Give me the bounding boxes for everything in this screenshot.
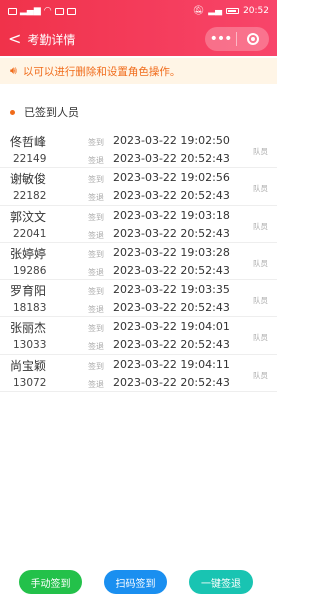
member-id: 13072 (13, 376, 47, 389)
sign-in-label: 签到 (88, 249, 104, 259)
member-name: 张丽杰 (10, 321, 47, 336)
role-badge[interactable]: 队员 (253, 146, 268, 157)
notice-bar: 🔊︎ 以可以进行删除和设置角色操作。 (0, 58, 277, 84)
attendance-row[interactable]: 谢敏俊 22182 签到 2023-03-22 19:02:56 签退 2023… (0, 168, 277, 206)
nav-bar: < 考勤详情 ••• (0, 22, 277, 56)
attendance-row[interactable]: 张婷婷 19286 签到 2023-03-22 19:03:28 签退 2023… (0, 243, 277, 281)
member-id: 22041 (13, 227, 47, 240)
page-title: 考勤详情 (27, 32, 76, 47)
member-id: 22149 (13, 153, 47, 165)
sign-in-label: 签到 (88, 287, 104, 297)
sign-out-time: 2023-03-22 20:52:43 (113, 263, 230, 277)
sign-in-time: 2023-03-22 19:03:35 (113, 283, 230, 297)
role-badge[interactable]: 队员 (253, 370, 268, 381)
notice-text: 以可以进行删除和设置角色操作。 (22, 65, 181, 78)
sign-out-label: 签退 (88, 156, 104, 165)
sign-in-time: 2023-03-22 19:02:50 (113, 134, 230, 147)
status-bar: ▂▄▆ ◠ 🔕︎ ▂▄ 20:52 (0, 0, 277, 22)
attendance-row[interactable]: 郭汶文 22041 签到 2023-03-22 19:03:18 签退 2023… (0, 206, 277, 243)
bell-off-icon: 🔕︎ (192, 6, 205, 16)
manual-sign-in-button[interactable]: 手动签到 (19, 570, 82, 594)
sign-out-time: 2023-03-22 20:52:43 (113, 338, 230, 352)
sign-out-time: 2023-03-22 20:52:43 (113, 189, 230, 203)
section-header: 已签到人员 (10, 104, 79, 120)
role-badge[interactable]: 队员 (253, 221, 268, 232)
sign-out-label: 签退 (88, 379, 104, 389)
sign-out-time: 2023-03-22 20:52:43 (113, 152, 230, 165)
sign-in-label: 签到 (88, 324, 104, 334)
member-name: 张婷婷 (10, 246, 47, 261)
member-id: 18183 (13, 302, 47, 315)
sign-out-time: 2023-03-22 20:52:43 (113, 301, 230, 315)
member-name: 尚宝颖 (10, 358, 47, 373)
sign-out-label: 签退 (88, 193, 104, 203)
wifi-icon: ◠ (43, 6, 52, 16)
back-icon[interactable]: < (8, 31, 21, 47)
section-dot (10, 109, 15, 115)
status-icons-left: ▂▄▆ ◠ (8, 6, 76, 16)
role-badge[interactable]: 队员 (253, 332, 268, 343)
member-name: 佟哲峰 (10, 135, 47, 149)
notification-icon-2 (66, 7, 76, 15)
sign-out-all-button[interactable]: 一键签退 (189, 570, 253, 594)
sign-in-time: 2023-03-22 19:04:11 (113, 357, 230, 371)
member-id: 13033 (13, 339, 47, 352)
more-icon[interactable]: ••• (205, 32, 236, 46)
member-name: 谢敏俊 (10, 172, 47, 187)
status-icons-right: 🔕︎ ▂▄ 20:52 (193, 6, 269, 16)
target-icon (246, 33, 259, 45)
member-id: 19286 (13, 264, 47, 277)
sign-in-label: 签到 (88, 212, 104, 222)
attendance-row[interactable]: 尚宝颖 13072 签到 2023-03-22 19:04:11 签退 2023… (0, 355, 277, 393)
signal-icon: ▂▄▆ (20, 6, 41, 16)
attendance-row[interactable]: 张丽杰 13033 签到 2023-03-22 19:04:01 签退 2023… (0, 317, 277, 355)
member-name: 罗育阳 (10, 284, 47, 299)
scan-sign-in-button[interactable]: 扫码签到 (104, 570, 167, 594)
hd-icon (8, 7, 17, 15)
sign-out-time: 2023-03-22 20:52:43 (113, 226, 230, 240)
role-badge[interactable]: 队员 (253, 258, 268, 269)
notification-icon (54, 7, 64, 15)
member-id: 22182 (13, 190, 47, 203)
mini-program-capsule: ••• (205, 27, 269, 51)
attendance-row[interactable]: 佟哲峰 22149 签到 2023-03-22 19:02:50 签退 2023… (0, 131, 277, 169)
sign-out-label: 签退 (88, 342, 104, 352)
sign-out-time: 2023-03-22 20:52:43 (113, 375, 230, 389)
sign-out-label: 签退 (88, 305, 104, 315)
battery-icon (226, 8, 240, 14)
sign-out-label: 签退 (88, 230, 104, 240)
status-time: 20:52 (243, 6, 269, 16)
close-mini-program-button[interactable] (237, 33, 268, 45)
sign-in-time: 2023-03-22 19:03:18 (113, 208, 230, 222)
attendance-row[interactable]: 罗育阳 18183 签到 2023-03-22 19:03:35 签退 2023… (0, 280, 277, 318)
member-name: 郭汶文 (10, 209, 47, 224)
sign-in-label: 签到 (88, 138, 104, 147)
role-badge[interactable]: 队员 (253, 183, 268, 194)
signal-strength-icon: ▂▄ (208, 6, 223, 16)
sign-in-time: 2023-03-22 19:04:01 (113, 320, 230, 334)
attendance-list: 佟哲峰 22149 签到 2023-03-22 19:02:50 签退 2023… (0, 131, 277, 393)
section-title: 已签到人员 (24, 106, 79, 119)
speaker-icon: 🔊︎ (10, 64, 17, 77)
sign-in-time: 2023-03-22 19:02:56 (113, 171, 230, 185)
sign-in-label: 签到 (88, 361, 104, 371)
sign-in-label: 签到 (88, 175, 104, 185)
sign-out-label: 签退 (88, 267, 104, 277)
role-badge[interactable]: 队员 (253, 295, 268, 306)
sign-in-time: 2023-03-22 19:03:28 (113, 245, 230, 259)
